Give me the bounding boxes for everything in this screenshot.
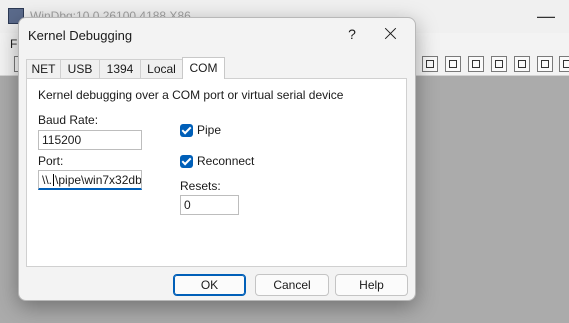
baud-rate-field[interactable]: 115200	[38, 130, 142, 150]
close-icon[interactable]	[381, 24, 401, 44]
toolbar-button-icon[interactable]	[537, 56, 553, 72]
panel-description: Kernel debugging over a COM port or virt…	[38, 88, 344, 102]
toolbar-button-icon[interactable]	[468, 56, 484, 72]
baud-rate-label: Baud Rate:	[38, 113, 99, 127]
tab-local[interactable]: Local	[140, 59, 183, 78]
reconnect-label: Reconnect	[197, 154, 255, 168]
help-button[interactable]: Help	[335, 274, 408, 296]
minimize-icon[interactable]: —	[537, 6, 555, 27]
toolbar-button-icon[interactable]	[491, 56, 507, 72]
toolbar-button-icon[interactable]	[445, 56, 461, 72]
port-value-start: \\.	[42, 173, 53, 187]
toolbar-button-icon[interactable]	[422, 56, 438, 72]
port-field[interactable]: \\. \pipe\win7x32dbg	[38, 170, 142, 190]
kernel-debugging-dialog: Kernel Debugging ? NET USB 1394 Local CO…	[18, 17, 416, 301]
help-icon[interactable]: ?	[343, 26, 361, 42]
tab-net[interactable]: NET	[26, 59, 61, 78]
port-label: Port:	[38, 154, 64, 168]
dialog-title: Kernel Debugging	[28, 28, 133, 43]
cancel-button[interactable]: Cancel	[255, 274, 329, 296]
tab-com[interactable]: COM	[182, 57, 225, 79]
toolbar-button-icon[interactable]	[514, 56, 530, 72]
port-value-end: \pipe\win7x32dbg	[55, 173, 142, 187]
com-tab-panel: Kernel debugging over a COM port or virt…	[26, 78, 407, 267]
text-caret	[53, 174, 55, 186]
resets-label: Resets:	[180, 179, 221, 193]
menu-file[interactable]: F	[10, 37, 17, 51]
reconnect-checkbox[interactable]	[180, 155, 193, 168]
pipe-label: Pipe	[197, 123, 222, 137]
toolbar-button-icon[interactable]	[559, 56, 569, 72]
ok-button[interactable]: OK	[173, 274, 246, 296]
pipe-checkbox[interactable]	[180, 124, 193, 137]
tab-1394[interactable]: 1394	[99, 59, 141, 78]
tab-usb[interactable]: USB	[60, 59, 100, 78]
resets-field[interactable]: 0	[180, 195, 239, 215]
